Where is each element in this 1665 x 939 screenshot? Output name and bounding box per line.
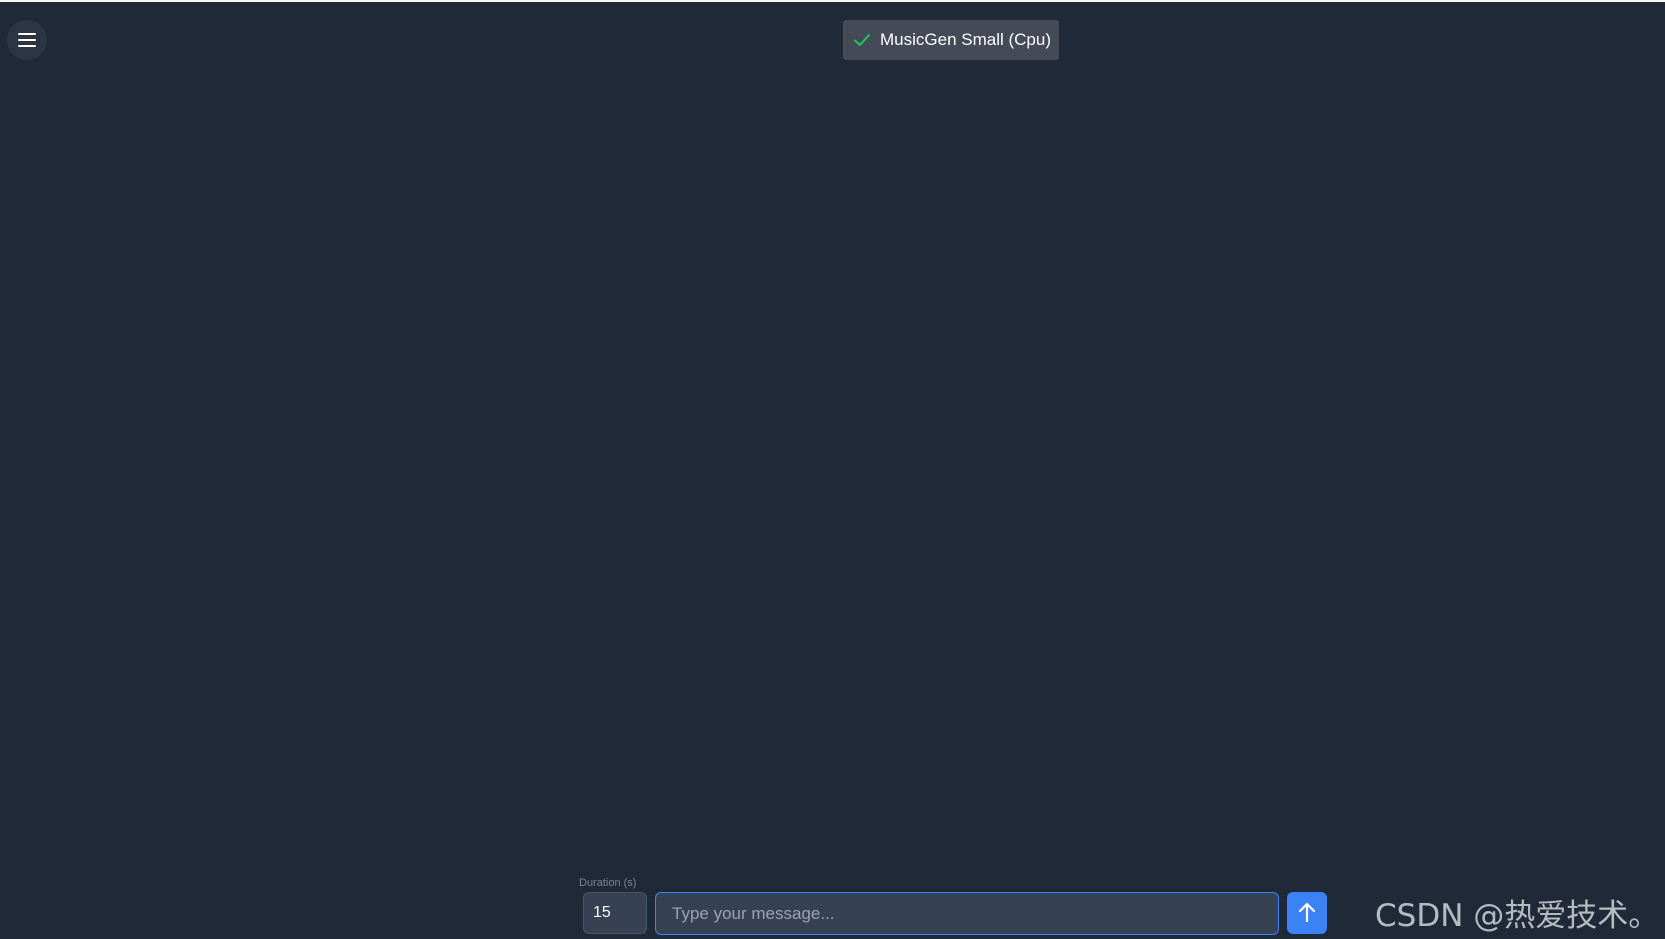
hamburger-menu-icon xyxy=(17,32,37,48)
duration-input[interactable] xyxy=(583,892,647,934)
duration-label: Duration (s) xyxy=(579,877,637,889)
composer: Duration (s) xyxy=(578,875,1338,935)
send-button[interactable] xyxy=(1287,892,1327,934)
model-label: MusicGen Small (Cpu) xyxy=(880,30,1051,49)
watermark: CSDN @热爱技术。 xyxy=(1375,898,1660,934)
check-icon xyxy=(853,31,871,49)
menu-button[interactable] xyxy=(7,20,47,60)
message-input[interactable] xyxy=(655,892,1279,935)
arrow-up-icon xyxy=(1297,901,1317,926)
model-status-badge[interactable]: MusicGen Small (Cpu) xyxy=(843,20,1059,60)
app-window: MusicGen Small (Cpu) Duration (s) CSDN @… xyxy=(0,0,1665,939)
